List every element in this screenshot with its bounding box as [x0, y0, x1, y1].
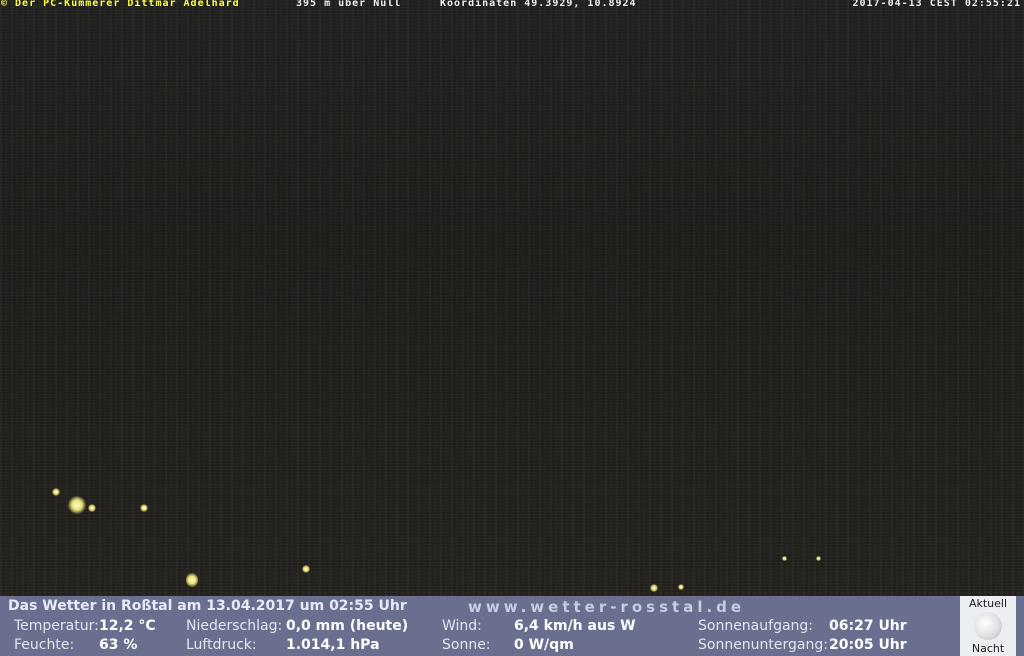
moon-top-label: Aktuell: [968, 597, 1008, 610]
copyright-text: © Der PC-Kümmerer Dittmar Adelhard: [1, 0, 240, 9]
sunrise-label: Sonnenaufgang:: [698, 618, 814, 634]
distant-light: [68, 496, 86, 514]
wind-label: Wind:: [442, 618, 482, 634]
precip-value: 0,0 mm (heute): [286, 618, 409, 634]
weather-headline: Das Wetter in Roßtal am 13.04.2017 um 02…: [8, 598, 407, 614]
distant-light: [782, 556, 787, 561]
sun-label: Sonne:: [442, 637, 491, 653]
humidity-value: 63 %: [99, 637, 138, 653]
distant-light: [140, 504, 148, 512]
coordinates-text: Koordinaten 49.3929, 10.8924: [440, 0, 637, 9]
webcam-night-image: [0, 0, 1024, 596]
pressure-label: Luftdruck:: [186, 637, 257, 653]
sun-value: 0 W/qm: [514, 637, 574, 653]
website-link[interactable]: www.wetter-rosstal.de: [468, 598, 745, 616]
distant-light: [302, 565, 310, 573]
altitude-text: 395 m über Null: [296, 0, 402, 9]
distant-light: [88, 504, 96, 512]
moon-bottom-label: Nacht: [971, 642, 1005, 655]
temperature-value: 12,2 °C: [99, 618, 156, 634]
temperature-label: Temperatur:: [14, 618, 99, 634]
full-moon-icon: [974, 612, 1002, 640]
distant-light: [816, 556, 821, 561]
wind-value: 6,4 km/h aus W: [514, 618, 636, 634]
distant-light: [186, 572, 198, 588]
moon-phase-box: Aktuell Nacht: [960, 596, 1016, 656]
camera-overlay-text: © Der PC-Kümmerer Dittmar Adelhard 395 m…: [0, 0, 1024, 10]
distant-light: [650, 584, 658, 592]
distant-light: [52, 488, 60, 496]
sunset-value: 20:05 Uhr: [829, 637, 907, 653]
sunset-label: Sonnenuntergang:: [698, 637, 828, 653]
timestamp-text: 2017-04-13 CEST 02:55:21: [852, 0, 1021, 9]
distant-light: [678, 584, 684, 590]
sunrise-value: 06:27 Uhr: [829, 618, 907, 634]
pressure-value: 1.014,1 hPa: [286, 637, 380, 653]
weather-info-bar: Das Wetter in Roßtal am 13.04.2017 um 02…: [0, 596, 1024, 656]
humidity-label: Feuchte:: [14, 637, 75, 653]
precip-label: Niederschlag:: [186, 618, 283, 634]
